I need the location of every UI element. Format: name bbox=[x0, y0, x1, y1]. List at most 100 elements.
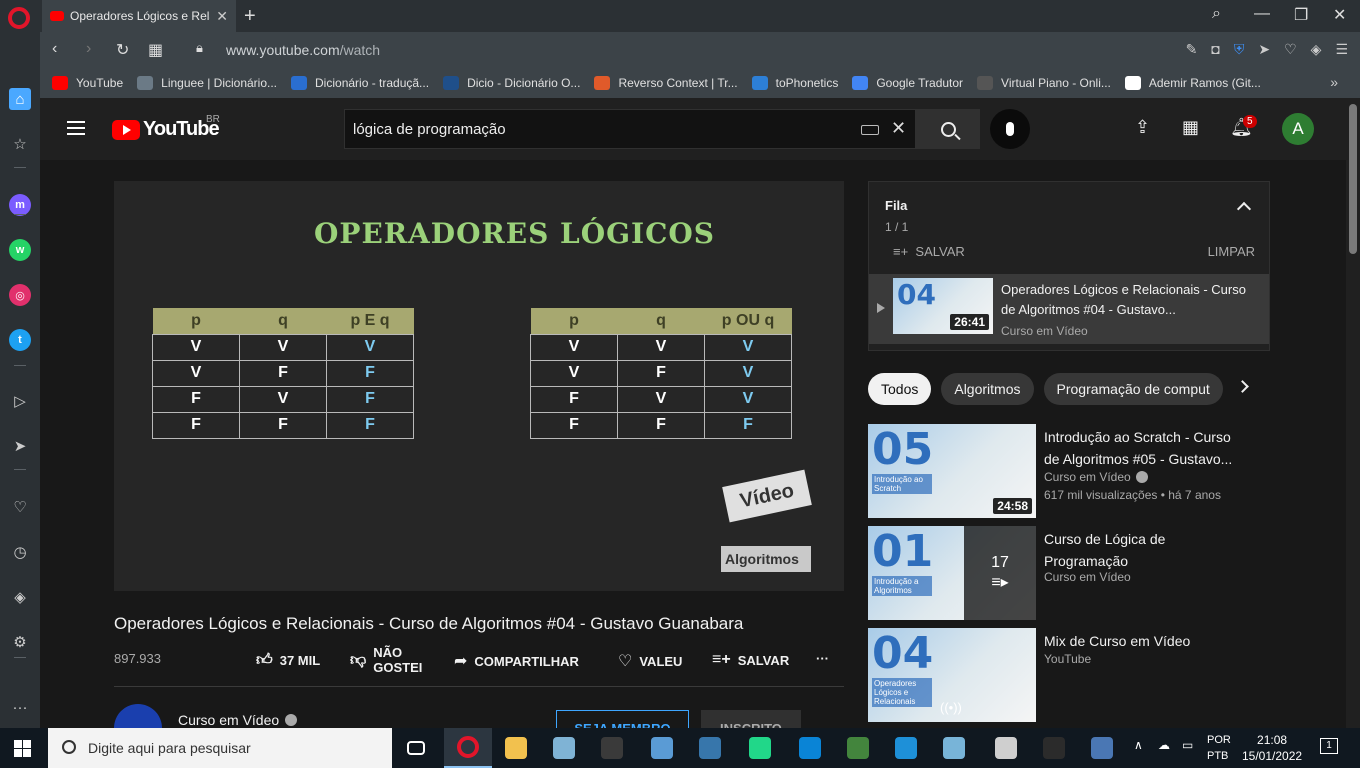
twitter-icon[interactable]: t bbox=[9, 329, 31, 351]
reload-button[interactable]: ↻ bbox=[116, 40, 129, 60]
file-explorer-button[interactable] bbox=[492, 728, 540, 768]
menu-icon[interactable] bbox=[67, 121, 85, 135]
network-app-button[interactable] bbox=[1078, 728, 1126, 768]
subscribed-button[interactable]: INSCRITO bbox=[701, 710, 801, 728]
history-icon[interactable]: ◷ bbox=[9, 541, 31, 563]
messenger-icon[interactable]: m bbox=[9, 194, 31, 216]
onedrive-icon[interactable]: ☁ bbox=[1158, 738, 1170, 752]
network-icon[interactable]: ▭ bbox=[1182, 738, 1193, 752]
camera-icon[interactable]: ◘ bbox=[1211, 41, 1219, 58]
share-button[interactable]: ➦ COMPARTILHAR bbox=[454, 651, 579, 671]
favorite-icon[interactable]: ♡ bbox=[1284, 41, 1297, 58]
heart-icon[interactable]: ♡ bbox=[9, 496, 31, 518]
send-icon[interactable]: ➤ bbox=[9, 435, 31, 457]
chip-algoritmos[interactable]: Algoritmos bbox=[941, 373, 1034, 405]
queue-save-button[interactable]: ≡+ SALVAR bbox=[893, 244, 965, 259]
account-avatar[interactable]: A bbox=[1282, 113, 1314, 145]
like-button[interactable]: 👍︎ 37 MIL bbox=[256, 651, 320, 670]
queue-item[interactable]: 04 26:41 Operadores Lógicos e Relacionai… bbox=[869, 274, 1269, 344]
voice-search-button[interactable] bbox=[990, 109, 1030, 149]
scrollbar-thumb[interactable] bbox=[1349, 104, 1357, 254]
python-app-button[interactable] bbox=[686, 728, 734, 768]
restore-button[interactable]: ❐ bbox=[1294, 5, 1308, 25]
thanks-button[interactable]: ♡ VALEU bbox=[618, 651, 682, 671]
channel-name[interactable]: Curso em Vídeo bbox=[178, 712, 298, 728]
grid-app-button[interactable] bbox=[638, 728, 686, 768]
cube-icon[interactable]: ◈ bbox=[9, 586, 31, 608]
video-player[interactable]: OPERADORES LÓGICOS pqp E qVVVVFFFVFFFF p… bbox=[114, 181, 844, 591]
clear-search-icon[interactable]: ✕ bbox=[891, 118, 906, 139]
keyboard-icon[interactable] bbox=[861, 125, 879, 135]
close-window-button[interactable]: ✕ bbox=[1333, 5, 1346, 25]
minimize-button[interactable]: — bbox=[1254, 5, 1270, 23]
settings-icon[interactable]: ⚙ bbox=[9, 631, 31, 653]
recommended-mix[interactable]: 04 Operadores Lógicos e Relacionais ((•)… bbox=[868, 628, 1288, 722]
paint-app-button[interactable] bbox=[540, 728, 588, 768]
recommended-playlist[interactable]: 01 Introdução a Algoritmos 17 ≡▸ Curso d… bbox=[868, 526, 1288, 620]
bookmark-item[interactable]: Reverso Context | Tr... bbox=[594, 76, 738, 90]
tab-youtube[interactable]: Operadores Lógicos e Relac ✕ bbox=[42, 0, 236, 32]
terminal-app-button[interactable] bbox=[1030, 728, 1078, 768]
bird-app-button[interactable] bbox=[882, 728, 930, 768]
join-button[interactable]: SEJA MEMBRO bbox=[556, 710, 689, 728]
extensions-icon[interactable]: ◈ bbox=[1311, 41, 1322, 58]
notification-center-icon[interactable]: 1 bbox=[1320, 738, 1338, 754]
edit-icon[interactable]: ✎ bbox=[1186, 41, 1198, 58]
vscode-app-button[interactable] bbox=[786, 728, 834, 768]
apps-icon[interactable]: ▦ bbox=[1182, 117, 1199, 138]
recommended-video[interactable]: 05 Introdução ao Scratch 24:58 Introduçã… bbox=[868, 424, 1288, 518]
bookmark-item[interactable]: Google Tradutor bbox=[852, 76, 963, 90]
bookmark-item[interactable]: Dicio - Dicionário O... bbox=[443, 76, 580, 90]
bookmarks-overflow-icon[interactable]: » bbox=[1330, 74, 1338, 90]
send-icon[interactable]: ➤ bbox=[1258, 41, 1270, 58]
nodejs-app-button[interactable] bbox=[834, 728, 882, 768]
whatsapp-icon[interactable]: w bbox=[9, 239, 31, 261]
back-button[interactable]: ‹ bbox=[52, 40, 57, 58]
pycharm-app-button[interactable] bbox=[736, 728, 784, 768]
show-hidden-icons[interactable]: ∧ bbox=[1134, 738, 1143, 752]
tab-close-icon[interactable]: ✕ bbox=[216, 8, 228, 25]
speed-dial-icon[interactable]: ☆ bbox=[9, 133, 31, 155]
search-button[interactable] bbox=[916, 109, 980, 149]
bookmark-item[interactable]: Ademir Ramos (Git... bbox=[1124, 76, 1261, 90]
chip-programacao[interactable]: Programação de comput bbox=[1043, 373, 1223, 405]
notes-app-button[interactable] bbox=[930, 728, 978, 768]
queue-clear-button[interactable]: LIMPAR bbox=[1208, 244, 1255, 259]
collapse-queue-icon[interactable] bbox=[1236, 201, 1252, 217]
player-icon[interactable]: ▷ bbox=[9, 390, 31, 412]
clock[interactable]: 21:08 15/01/2022 bbox=[1242, 732, 1302, 764]
opera-menu-icon[interactable] bbox=[8, 7, 30, 29]
task-view-button[interactable] bbox=[392, 728, 440, 768]
more-actions-button[interactable]: ··· bbox=[816, 651, 829, 666]
tab-search-icon[interactable]: ⌕ bbox=[1212, 5, 1221, 23]
bookmark-item[interactable]: Dicionário - traduçã... bbox=[291, 76, 429, 90]
game-app-button[interactable] bbox=[588, 728, 636, 768]
bookmark-item[interactable]: YouTube bbox=[52, 76, 123, 90]
instagram-icon[interactable]: ◎ bbox=[9, 284, 31, 306]
youtube-logo[interactable]: YouTube bbox=[112, 118, 220, 141]
url-field[interactable]: www.youtube.com/watch bbox=[226, 42, 380, 58]
save-button[interactable]: ≡+ SALVAR bbox=[712, 651, 789, 669]
shield-icon[interactable]: ⛨ bbox=[1234, 41, 1245, 58]
channel-avatar[interactable] bbox=[114, 704, 162, 728]
easy-setup-icon[interactable]: ☰ bbox=[1335, 41, 1348, 58]
more-icon[interactable]: ··· bbox=[9, 696, 31, 718]
language-indicator[interactable]: POR PTB bbox=[1207, 732, 1231, 764]
bookmark-item[interactable]: Linguee | Dicionário... bbox=[137, 76, 277, 90]
upload-icon[interactable]: ⇪ bbox=[1135, 117, 1150, 138]
forward-button[interactable]: › bbox=[86, 40, 91, 58]
bookmark-item[interactable]: toPhonetics bbox=[751, 76, 838, 90]
lock-icon[interactable]: 🔒︎ bbox=[196, 40, 203, 56]
tabs-grid-icon[interactable]: ▦ bbox=[148, 40, 163, 60]
chip-todos[interactable]: Todos bbox=[868, 373, 932, 405]
home-icon[interactable]: ⌂ bbox=[9, 88, 31, 110]
opera-app-button[interactable] bbox=[444, 728, 492, 768]
page-scrollbar[interactable] bbox=[1346, 98, 1360, 728]
settings-app-button[interactable] bbox=[982, 728, 1030, 768]
taskbar-search[interactable]: Digite aqui para pesquisar bbox=[48, 728, 392, 768]
bookmark-item[interactable]: Virtual Piano - Onli... bbox=[977, 76, 1111, 90]
new-tab-button[interactable]: + bbox=[244, 5, 256, 28]
dislike-button[interactable]: 👎︎ NÃO GOSTEI bbox=[350, 645, 430, 675]
start-button[interactable] bbox=[14, 740, 31, 757]
search-input[interactable]: lógica de programação ✕ bbox=[344, 109, 916, 149]
